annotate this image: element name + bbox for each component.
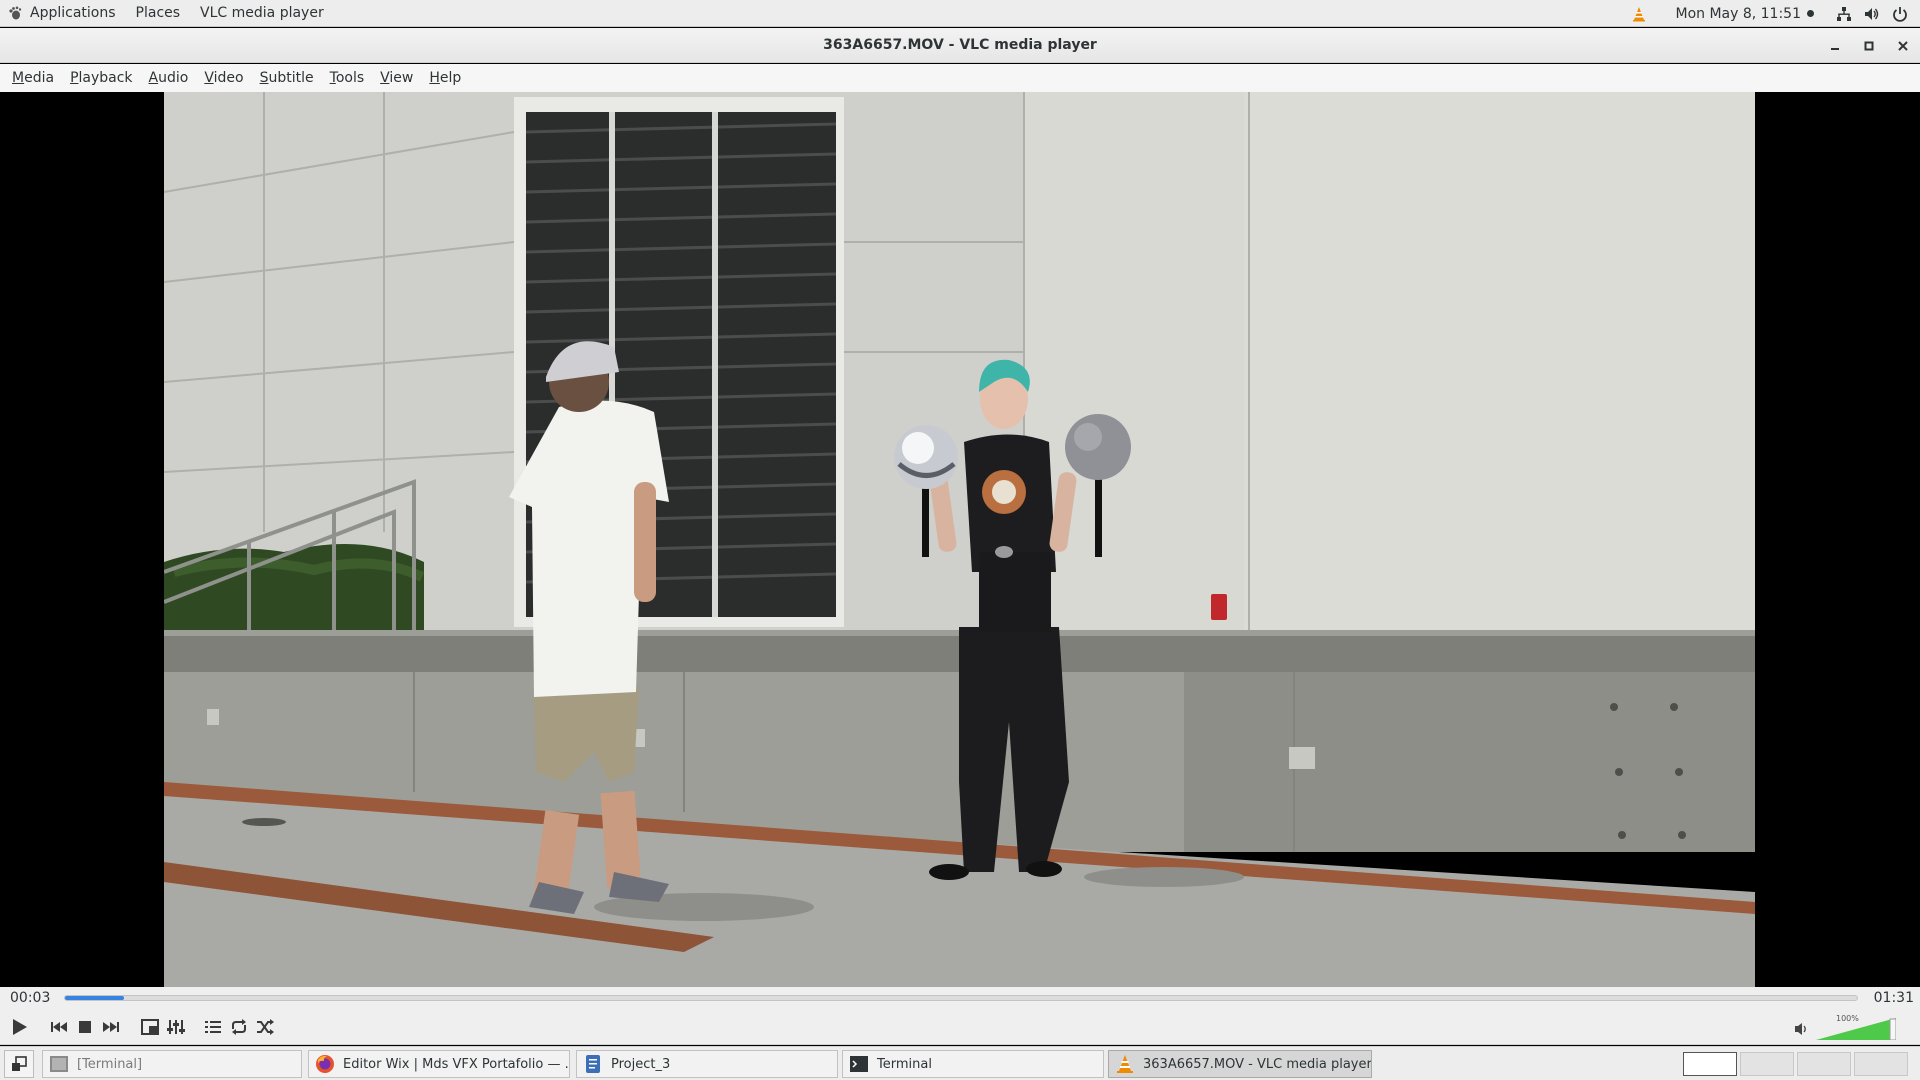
stop-icon	[79, 1021, 91, 1033]
loop-button[interactable]	[226, 1014, 252, 1040]
next-icon	[103, 1022, 119, 1032]
previous-button[interactable]	[46, 1014, 72, 1040]
menu-subtitle[interactable]: Subtitle	[252, 64, 322, 92]
play-icon	[13, 1019, 27, 1035]
video-frame[interactable]	[164, 92, 1755, 987]
menu-media[interactable]: Media	[4, 64, 62, 92]
elapsed-time: 00:03	[10, 990, 51, 1006]
menu-label: ools	[335, 70, 365, 86]
workspace-2[interactable]	[1740, 1052, 1794, 1076]
equalizer-icon	[167, 1020, 185, 1034]
show-desktop-button[interactable]	[4, 1050, 34, 1078]
task-label: 363A6657.MOV - VLC media player	[1143, 1056, 1372, 1072]
controls-bar: 100%	[0, 1009, 1920, 1045]
document-icon	[586, 1055, 600, 1073]
task-label: Editor Wix | Mds VFX Portafolio — ...	[343, 1056, 570, 1072]
task-vlc[interactable]: 363A6657.MOV - VLC media player	[1108, 1050, 1372, 1078]
menu-label: udio	[158, 70, 189, 86]
menu-mnemonic: H	[429, 70, 440, 86]
task-terminal[interactable]: Terminal	[842, 1050, 1104, 1078]
menubar: Media Playback Audio Video Subtitle Tool…	[0, 64, 1920, 92]
seek-slider[interactable]	[64, 995, 1858, 1001]
terminal-icon	[50, 1056, 68, 1072]
window-title: 363A6657.MOV - VLC media player	[823, 37, 1097, 53]
vlc-tray-icon[interactable]	[1625, 0, 1653, 27]
terminal-icon	[850, 1056, 868, 1072]
firefox-icon	[316, 1055, 334, 1073]
previous-icon	[51, 1022, 67, 1032]
taskbar: [Terminal] Editor Wix | Mds VFX Portafol…	[0, 1046, 1920, 1080]
task-label: Terminal	[877, 1056, 932, 1072]
playlist-icon	[205, 1021, 221, 1033]
menu-playback[interactable]: Playback	[62, 64, 140, 92]
task-firefox[interactable]: Editor Wix | Mds VFX Portafolio — ...	[308, 1050, 570, 1078]
vlc-cone-icon	[1117, 1055, 1133, 1073]
task-label: Project_3	[611, 1056, 671, 1072]
menu-label: ubtitle	[268, 70, 314, 86]
task-terminal-minimized[interactable]: [Terminal]	[42, 1050, 302, 1078]
workspace-1[interactable]	[1683, 1052, 1737, 1076]
gnome-foot-icon	[9, 6, 22, 20]
volume-tray-icon[interactable]	[1858, 0, 1886, 27]
network-icon[interactable]	[1830, 0, 1858, 27]
minimize-button[interactable]	[1818, 28, 1852, 63]
menu-help[interactable]: Help	[421, 64, 469, 92]
shuffle-button[interactable]	[252, 1014, 278, 1040]
menu-mnemonic: M	[12, 70, 25, 86]
seek-row: 00:03 01:31	[0, 987, 1920, 1009]
close-icon	[1898, 40, 1908, 51]
menu-view[interactable]: View	[372, 64, 421, 92]
menu-mnemonic: V	[204, 70, 214, 86]
maximize-button[interactable]	[1852, 28, 1886, 63]
minimize-icon	[1831, 47, 1839, 50]
next-button[interactable]	[98, 1014, 124, 1040]
task-project[interactable]: Project_3	[576, 1050, 838, 1078]
power-icon[interactable]	[1886, 0, 1914, 27]
workspace-4[interactable]	[1854, 1052, 1908, 1076]
clock[interactable]: Mon May 8, 11:51	[1653, 6, 1830, 22]
clock-text: Mon May 8, 11:51	[1675, 5, 1801, 22]
app-menu[interactable]: VLC media player	[190, 0, 334, 27]
applications-label: Applications	[30, 5, 116, 21]
app-menu-label: VLC media player	[200, 5, 324, 21]
volume-control[interactable]: 100%	[1792, 1014, 1902, 1040]
menu-label: iew	[389, 70, 414, 86]
places-label: Places	[135, 5, 181, 21]
task-label: [Terminal]	[77, 1056, 143, 1072]
menu-label: edia	[24, 70, 55, 86]
window-titlebar[interactable]: 363A6657.MOV - VLC media player	[0, 28, 1920, 63]
loop-icon	[232, 1019, 246, 1035]
extended-settings-button[interactable]	[163, 1014, 189, 1040]
maximize-icon	[1864, 41, 1874, 50]
menu-mnemonic: A	[148, 70, 159, 86]
volume-slider[interactable]	[1816, 1018, 1896, 1040]
show-desktop-icon	[12, 1056, 27, 1071]
top-panel: Applications Places VLC media player Mon…	[0, 0, 1920, 27]
applications-menu[interactable]: Applications	[0, 0, 126, 27]
menu-tools[interactable]: Tools	[322, 64, 373, 92]
menu-audio[interactable]: Audio	[141, 64, 197, 92]
menu-label: layback	[78, 70, 133, 86]
seek-progress-fill	[65, 996, 125, 1000]
play-button[interactable]	[6, 1014, 32, 1040]
stop-button[interactable]	[72, 1014, 98, 1040]
playlist-button[interactable]	[200, 1014, 226, 1040]
total-duration[interactable]: 01:31	[1874, 987, 1914, 1009]
menu-label: ideo	[213, 70, 244, 86]
menu-label: elp	[439, 70, 462, 86]
workspace-3[interactable]	[1797, 1052, 1851, 1076]
menu-mnemonic: P	[70, 70, 79, 86]
fullscreen-icon	[141, 1019, 159, 1035]
video-area[interactable]	[0, 92, 1920, 987]
shuffle-icon	[257, 1019, 274, 1035]
notification-dot-icon	[1807, 10, 1814, 17]
close-button[interactable]	[1886, 28, 1920, 63]
places-menu[interactable]: Places	[126, 0, 191, 27]
fullscreen-button[interactable]	[137, 1014, 163, 1040]
speaker-icon[interactable]	[1794, 1021, 1810, 1037]
menu-video[interactable]: Video	[196, 64, 251, 92]
